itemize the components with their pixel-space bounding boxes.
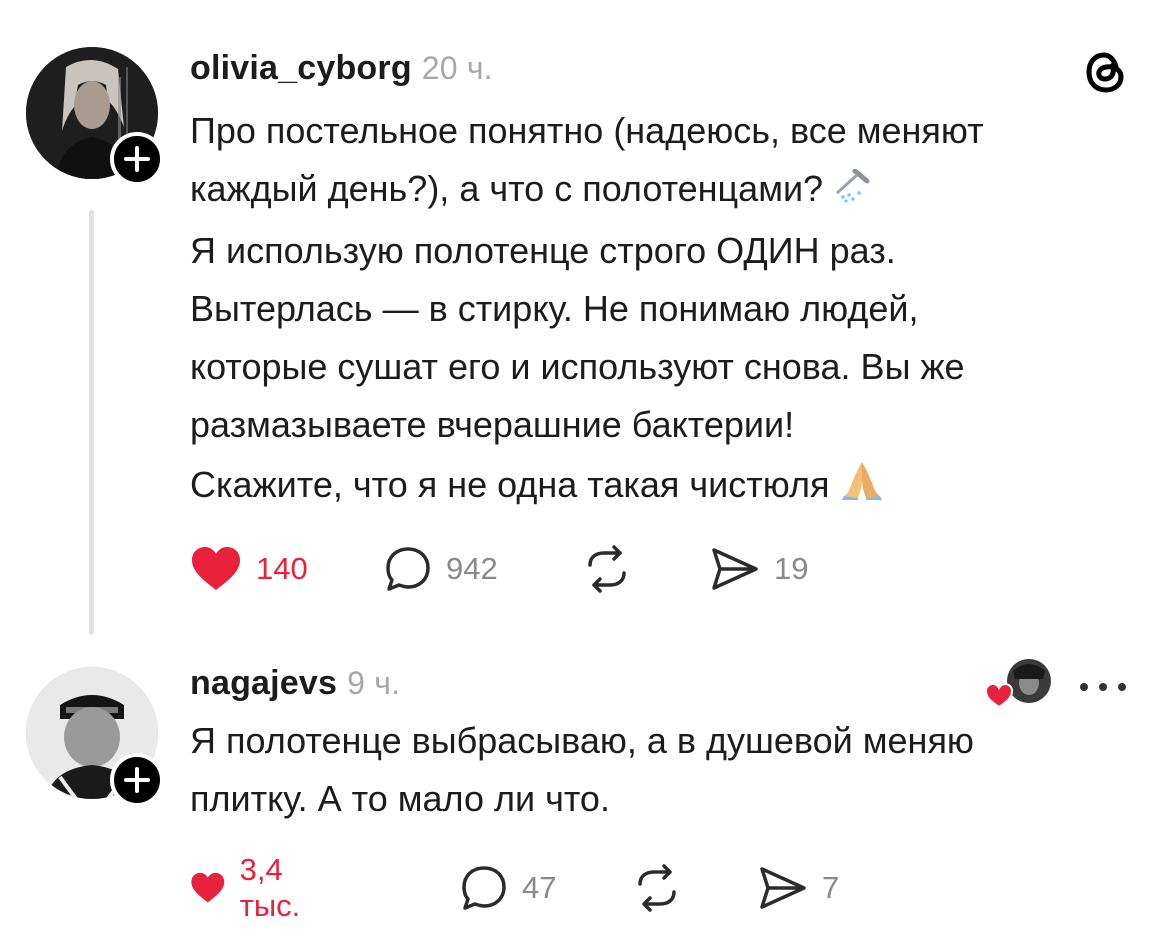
post-header: nagajevs 9 ч.	[190, 664, 400, 703]
more-options-icon[interactable]	[1078, 680, 1128, 698]
thread-line	[89, 210, 94, 635]
comment-count: 47	[522, 870, 557, 905]
repost-icon	[588, 545, 626, 593]
username[interactable]: olivia_cyborg	[190, 49, 412, 87]
send-icon	[712, 548, 758, 590]
post-paragraph: Про постельное понятно (надеюсь, все мен…	[190, 102, 984, 220]
text-line: плитку. А то мало ли что.	[190, 778, 610, 819]
comment-button[interactable]: 47	[460, 863, 556, 913]
post-paragraph: Я использую полотенце строго ОДИН раз. В…	[190, 222, 984, 454]
share-button[interactable]: 7	[758, 863, 839, 913]
post-olivia: olivia_cyborg 20 ч. Про постельное понятн…	[0, 0, 1173, 640]
share-count: 7	[822, 870, 840, 905]
text-line: размазываете вчерашние бактерии!	[190, 404, 795, 446]
plus-icon	[124, 767, 150, 793]
repost-button[interactable]	[632, 863, 682, 913]
send-icon	[760, 867, 806, 909]
share-button[interactable]: 19	[710, 544, 808, 594]
post-paragraph: Скажите, что я не одна такая чистюля	[190, 456, 984, 517]
plus-icon	[124, 146, 150, 172]
like-count: 140	[256, 551, 308, 586]
follow-button[interactable]	[110, 753, 164, 807]
post-paragraph: Я полотенце выбрасываю, а в душевой меня…	[190, 712, 974, 828]
post-text: Я полотенце выбрасываю, а в душевой меня…	[190, 712, 974, 828]
text-line: каждый день?), а что с полотенцами?	[190, 160, 984, 220]
text-line: Скажите, что я не одна такая чистюля	[190, 456, 984, 517]
comment-icon	[462, 866, 506, 910]
like-count: 3,4 тыс.	[239, 852, 301, 923]
username[interactable]: nagajevs	[190, 664, 337, 702]
comment-icon	[386, 547, 430, 591]
post-header: olivia_cyborg 20 ч.	[190, 49, 493, 88]
folded-hands-emoji	[840, 458, 884, 517]
text-line: которые сушат его и используют снова. Вы…	[190, 346, 965, 388]
post-time: 20 ч.	[421, 50, 493, 86]
post-text: Про постельное понятно (надеюсь, все мен…	[190, 102, 984, 517]
post-nagajevs: nagajevs 9 ч. Я полотенце выбрасываю, а в…	[0, 640, 1173, 950]
like-button[interactable]: 140	[190, 544, 308, 594]
text-line: Вытерлась — в стирку. Не понимаю людей,	[190, 288, 919, 330]
heart-icon	[192, 547, 240, 590]
follow-button[interactable]	[110, 132, 164, 186]
text-line: Про постельное понятно (надеюсь, все мен…	[190, 110, 984, 151]
threads-icon[interactable]	[1083, 47, 1129, 102]
heart-icon	[191, 872, 225, 903]
text-line: Я использую полотенце строго ОДИН раз.	[190, 230, 896, 272]
author-liked-indicator	[984, 657, 1057, 718]
comment-button[interactable]: 942	[384, 544, 498, 594]
text-line: Я полотенце выбрасываю, а в душевой меня…	[190, 720, 974, 761]
share-count: 19	[774, 551, 809, 586]
post-time: 9 ч.	[347, 665, 401, 701]
repost-icon	[638, 864, 676, 912]
comment-count: 942	[446, 551, 498, 586]
repost-button[interactable]	[582, 544, 632, 594]
shower-emoji	[833, 162, 873, 220]
like-button[interactable]: 3,4 тыс.	[190, 852, 317, 923]
